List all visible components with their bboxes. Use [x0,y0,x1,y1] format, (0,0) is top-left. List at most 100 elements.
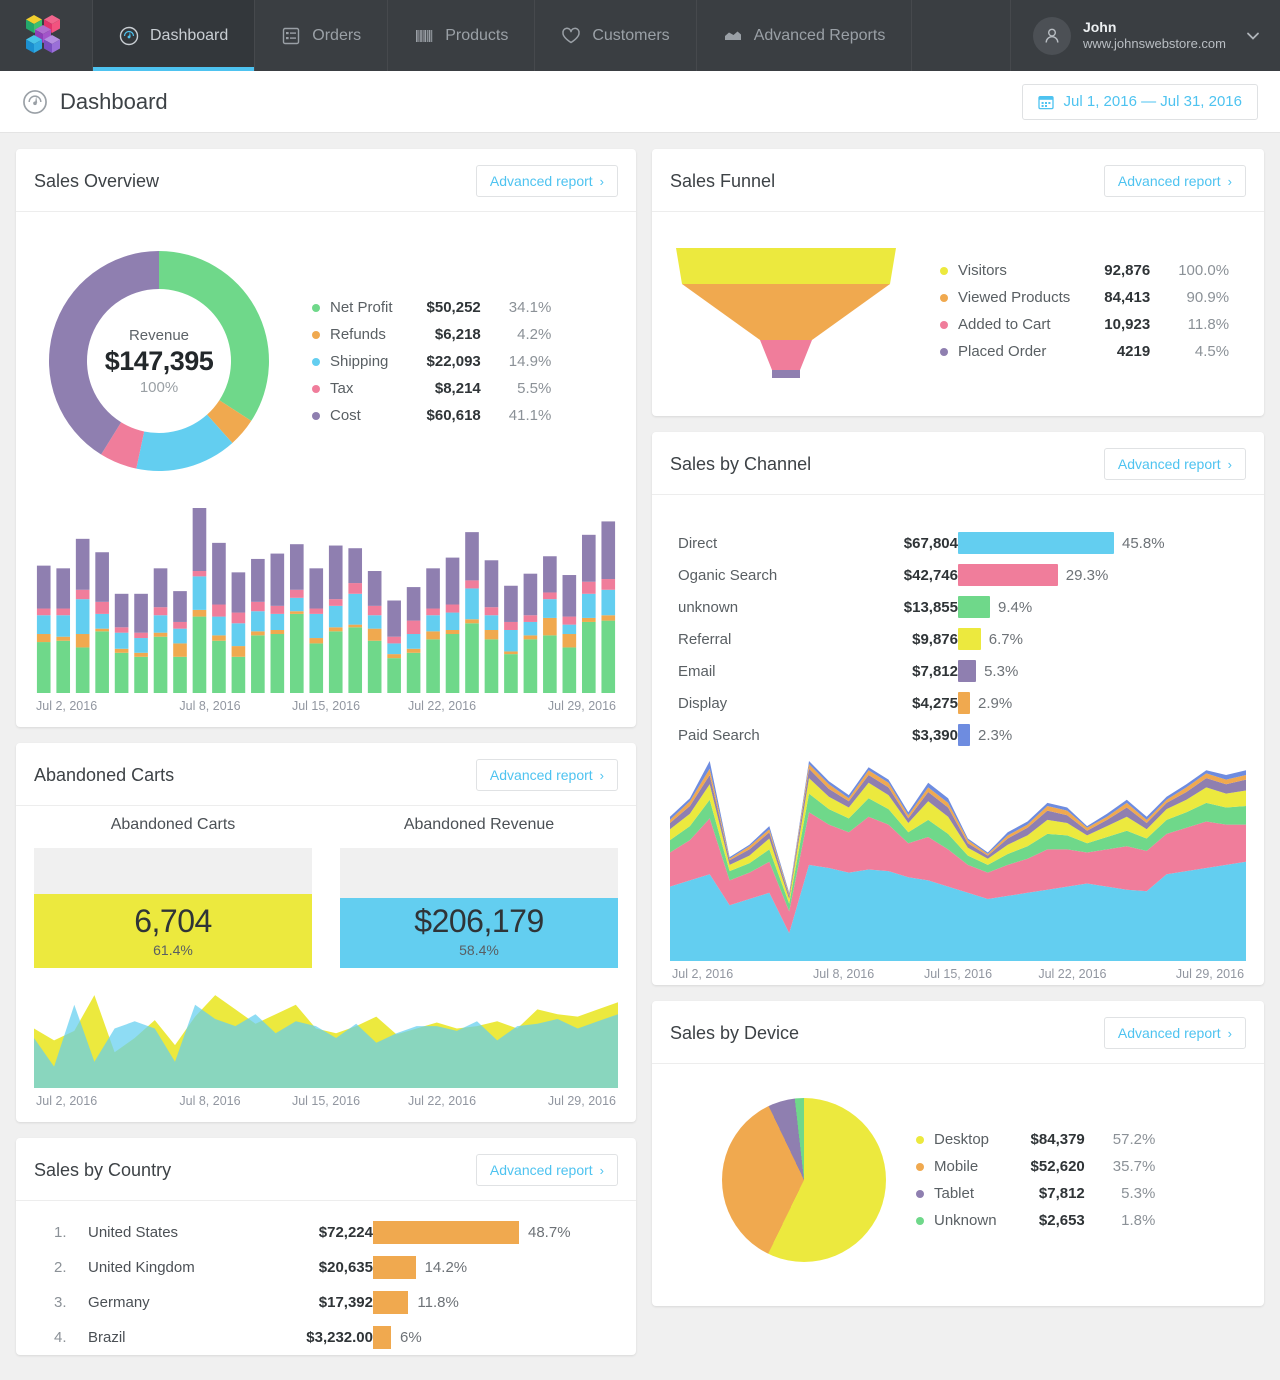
legend-value: $52,620 [1031,1153,1113,1180]
nav-item-dashboard[interactable]: Dashboard [92,0,254,71]
bar-segment [601,621,615,693]
channel-name: Referral [678,623,858,655]
abandoned-carts-area-chart [34,984,618,1088]
bar-segment [134,657,148,693]
donut-center-labels: Revenue $147,395 100% [34,236,284,486]
card-body: Revenue $147,395 100% Net Profit$50,2523… [16,212,636,727]
country-value: $3,232.00 [263,1320,373,1355]
country-percent: 48.7% [528,1224,571,1241]
brand-logo[interactable] [0,0,92,71]
legend-label: Mobile [934,1153,1031,1180]
bar-segment [563,625,577,634]
legend-value: $60,618 [427,402,509,429]
bar-segment [426,631,440,639]
channel-value: $4,275 [858,687,958,719]
bar-segment [563,617,577,625]
bar-segment [95,629,109,632]
bar-segment [426,609,440,616]
country-bar [373,1326,391,1349]
advanced-report-button[interactable]: Advanced report › [476,1154,618,1186]
nav-item-products[interactable]: Products [387,0,534,71]
funnel-stage-visitors [676,248,896,284]
funnel-stage-added-to-cart [760,340,812,370]
abandoned-carts-axis: Jul 2, 2016Jul 8, 2016Jul 15, 2016Jul 22… [34,1088,618,1112]
card-body: Desktop$84,37957.2%Mobile$52,62035.7%Tab… [652,1064,1264,1306]
advanced-report-button[interactable]: Advanced report › [1104,165,1246,197]
chevron-right-icon: › [600,174,604,189]
legend-percent: 14.9% [509,348,552,375]
channel-bar [958,628,981,650]
legend-label: Desktop [934,1126,1031,1153]
bar-segment [543,599,557,618]
bar-segment [368,641,382,693]
nav-item-orders[interactable]: Orders [254,0,387,71]
legend-percent: 4.5% [1178,338,1229,365]
advanced-report-button[interactable]: Advanced report › [476,759,618,791]
channel-percent: 6.7% [989,631,1023,648]
bar-segment [232,623,246,646]
abandoned-trend-body: Jul 2, 2016Jul 8, 2016Jul 15, 2016Jul 22… [16,974,636,1122]
card-title: Sales by Country [34,1160,171,1181]
bar-segment [173,622,187,629]
bar-segment [368,571,382,606]
bar-segment [290,544,304,590]
country-percent: 11.8% [417,1294,458,1311]
card-sales-by-country: Sales by Country Advanced report › 1.Uni… [16,1138,636,1355]
advanced-report-button[interactable]: Advanced report › [1104,1017,1246,1049]
axis-tick-label: Jul 2, 2016 [672,967,786,981]
bar-segment [232,613,246,624]
legend-dot [940,257,958,284]
bar-segment [76,590,90,599]
bar-segment [329,546,343,600]
advanced-report-button[interactable]: Advanced report › [1104,448,1246,480]
chevron-right-icon: › [1228,457,1232,472]
legend-percent: 1.8% [1113,1207,1156,1234]
country-value: $72,224 [263,1215,373,1250]
chevron-right-icon: › [600,1163,604,1178]
bar-segment [543,618,557,635]
date-range-picker[interactable]: Jul 1, 2016 — Jul 31, 2016 [1022,84,1258,120]
donut-center-label: Revenue [129,327,189,344]
country-name: Germany [88,1285,263,1320]
legend-row: Desktop$84,37957.2% [916,1126,1155,1153]
gauge-value: $206,179 [340,903,618,940]
bar-segment [582,618,596,622]
bar-segment [348,583,362,594]
bar-segment [485,630,499,639]
country-bar [373,1221,519,1244]
advanced-report-label: Advanced report [490,1162,593,1178]
bar-segment [76,599,90,634]
user-icon [1041,25,1063,47]
channel-row: Direct$67,80445.8% [678,527,1254,559]
bar-segment [563,634,577,647]
channel-row: unknown$13,8559.4% [678,591,1254,623]
user-menu[interactable]: John www.johnswebstore.com [1010,0,1280,71]
bar-segment [543,635,557,693]
legend-value: $8,214 [427,375,509,402]
nav-item-advanced-reports[interactable]: Advanced Reports [696,0,912,71]
bar-segment [173,657,187,693]
legend-value: 10,923 [1104,311,1178,338]
legend-percent: 34.1% [509,294,552,321]
legend-dot [916,1180,934,1207]
bar-segment [387,654,401,658]
axis-tick-label: Jul 22, 2016 [1015,967,1129,981]
barcode-icon [414,26,434,46]
nav-item-label: Orders [312,27,361,45]
channel-name: Direct [678,527,858,559]
legend-dot [312,294,330,321]
card-header: Sales Funnel Advanced report › [652,149,1264,212]
country-percent: 6% [400,1329,422,1346]
channel-name: Display [678,687,858,719]
axis-tick-label: Jul 15, 2016 [901,967,1015,981]
legend-label: Viewed Products [958,284,1104,311]
avatar [1033,17,1071,55]
bar-segment [251,559,265,602]
advanced-report-button[interactable]: Advanced report › [476,165,618,197]
channel-axis: Jul 2, 2016Jul 8, 2016Jul 15, 2016Jul 22… [670,961,1246,985]
nav-item-customers[interactable]: Customers [534,0,695,71]
bar-segment [582,582,596,594]
nav-item-label: Products [445,27,508,45]
bar-segment [601,615,615,620]
bar-segment [115,594,129,628]
